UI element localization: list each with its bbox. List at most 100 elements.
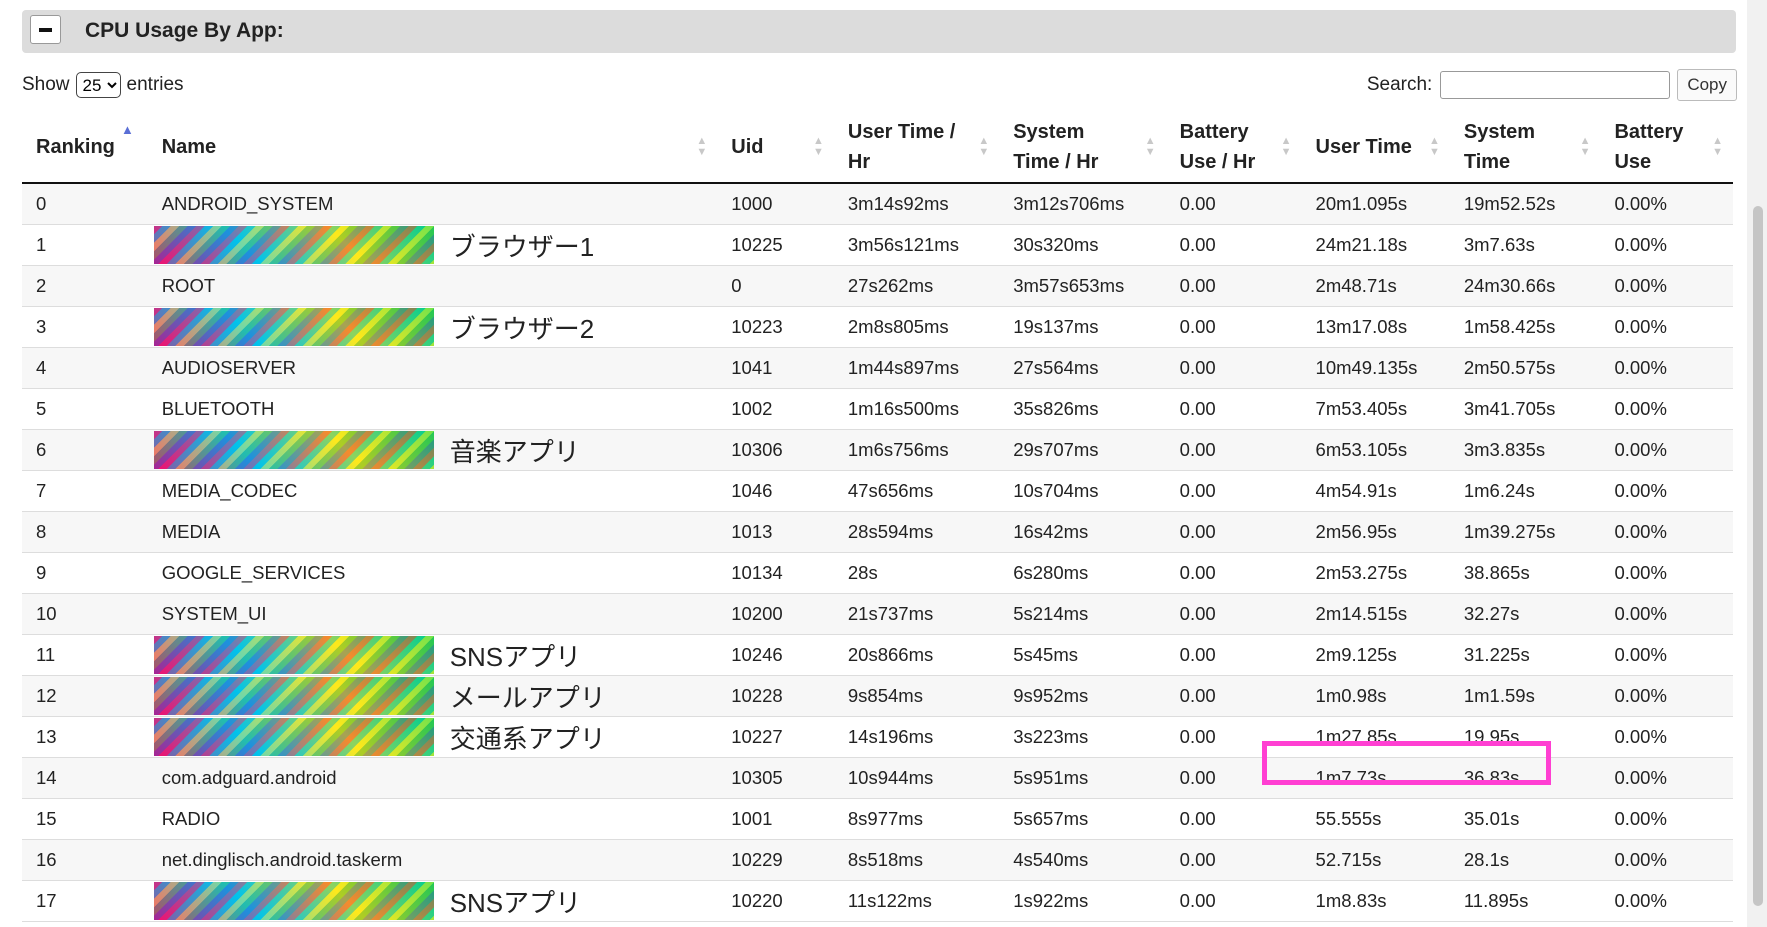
sort-icon: ▲ ▼	[1428, 135, 1440, 158]
user-time-hr-cell: 3m14s92ms	[833, 183, 1000, 225]
battery-use-cell: 0.00%	[1600, 552, 1733, 594]
system-time-hr-cell: 10s704ms	[999, 470, 1166, 512]
uid-cell: 10220	[717, 880, 834, 922]
table-row: 2 ROOT 0 27s262ms 3m57s653ms 0.00 2m48.71s 24m3…	[22, 265, 1733, 307]
battery-use-cell: 0.00%	[1600, 798, 1733, 840]
table-row: 6 音楽アプリ 10306 1m6s756ms 29s707ms 0.00 6m53.105…	[22, 429, 1733, 471]
battery-use-hr-cell: 0.00	[1165, 716, 1302, 758]
page-scrollbar[interactable]	[1747, 0, 1767, 927]
name-cell: RADIO	[147, 798, 718, 840]
rank-cell: 7	[22, 470, 148, 512]
user-time-hr-cell: 20s866ms	[833, 634, 1000, 676]
search-input[interactable]	[1440, 71, 1671, 99]
rank-cell: 11	[22, 634, 148, 676]
user-time-cell: 2m56.95s	[1301, 511, 1450, 553]
battery-use-hr-cell: 0.00	[1165, 839, 1302, 881]
rank-cell: 14	[22, 757, 148, 799]
uid-cell: 0	[717, 265, 834, 307]
column-header[interactable]: System Time / Hr ▲ ▼	[999, 112, 1166, 184]
entries-select[interactable]: 25	[75, 72, 121, 98]
column-header[interactable]: Battery Use ▲ ▼	[1600, 112, 1733, 184]
table-header-row: Ranking ▲ Name ▲ ▼ Uid ▲ ▼ User Time / Hr ▲ ▼ System…	[22, 112, 1733, 184]
column-header-label: Use	[1614, 151, 1652, 173]
user-time-hr-cell: 28s594ms	[833, 511, 1000, 553]
rank-cell: 2	[22, 265, 148, 307]
battery-use-hr-cell: 0.00	[1165, 634, 1302, 676]
rank-cell: 15	[22, 798, 148, 840]
scrollbar-thumb[interactable]	[1753, 206, 1763, 906]
uid-cell: 10306	[717, 429, 834, 471]
column-header[interactable]: Ranking ▲	[22, 112, 148, 184]
user-time-hr-cell: 2m8s805ms	[833, 306, 1000, 348]
battery-use-hr-cell: 0.00	[1165, 675, 1302, 717]
column-header-label: Battery	[1614, 121, 1684, 143]
battery-use-cell: 0.00%	[1600, 634, 1733, 676]
battery-use-hr-cell: 0.00	[1165, 880, 1302, 922]
uid-cell: 10223	[717, 306, 834, 348]
table-row: 10 SYSTEM_UI 10200 21s737ms 5s214ms 0.00 2m14.…	[22, 593, 1733, 635]
column-header-label: Battery	[1179, 121, 1249, 143]
column-header-label: Ranking	[36, 136, 115, 158]
user-time-cell: 6m53.105s	[1301, 429, 1450, 471]
uid-cell: 10305	[717, 757, 834, 799]
user-time-hr-cell: 1m16s500ms	[833, 388, 1000, 430]
uid-cell: 10134	[717, 552, 834, 594]
system-time-hr-cell: 5s951ms	[999, 757, 1166, 799]
table-row: 3 ブラウザー2 10223 2m8s805ms 19s137ms 0.00 13m17.0…	[22, 306, 1733, 348]
uid-cell: 10246	[717, 634, 834, 676]
column-header[interactable]: Name ▲ ▼	[147, 112, 718, 184]
system-time-hr-cell: 30s320ms	[999, 224, 1166, 266]
battery-use-cell: 0.00%	[1600, 306, 1733, 348]
user-time-hr-cell: 1m44s897ms	[833, 347, 1000, 389]
user-time-hr-cell: 14s196ms	[833, 716, 1000, 758]
column-header[interactable]: User Time ▲ ▼	[1301, 112, 1450, 184]
column-header[interactable]: Battery Use / Hr ▲ ▼	[1165, 112, 1302, 184]
redacted-app-icon	[153, 308, 434, 346]
battery-use-hr-cell: 0.00	[1165, 552, 1302, 594]
table-row: 13 交通系アプリ 10227 14s196ms 3s223ms 0.00 1m27.85s…	[22, 716, 1733, 758]
table-row: 1 ブラウザー1 10225 3m56s121ms 30s320ms 0.00 24m21.…	[22, 224, 1733, 266]
user-time-hr-cell: 9s854ms	[833, 675, 1000, 717]
system-time-cell: 19m52.52s	[1449, 183, 1601, 225]
system-time-hr-cell: 5s45ms	[999, 634, 1166, 676]
app-label: 交通系アプリ	[449, 723, 606, 754]
table-row: 16 net.dinglisch.android.taskerm 10229 8s51…	[22, 839, 1733, 881]
battery-use-hr-cell: 0.00	[1165, 511, 1302, 553]
system-time-cell: 1m58.425s	[1449, 306, 1601, 348]
column-header[interactable]: User Time / Hr ▲ ▼	[833, 112, 1000, 184]
system-time-hr-cell: 5s214ms	[999, 593, 1166, 635]
column-header[interactable]: System Time ▲ ▼	[1449, 112, 1601, 184]
system-time-hr-cell: 19s137ms	[999, 306, 1166, 348]
system-time-cell: 2m50.575s	[1449, 347, 1601, 389]
battery-use-hr-cell: 0.00	[1165, 347, 1302, 389]
user-time-hr-cell: 3m56s121ms	[833, 224, 1000, 266]
column-header[interactable]: Uid ▲ ▼	[717, 112, 834, 184]
user-time-cell: 2m48.71s	[1301, 265, 1450, 307]
name-cell: SNSアプリ	[147, 634, 718, 676]
rank-cell: 16	[22, 839, 148, 881]
system-time-cell: 1m39.275s	[1449, 511, 1601, 553]
rank-cell: 13	[22, 716, 148, 758]
app-label: SNSアプリ	[449, 641, 582, 672]
name-cell: 交通系アプリ	[147, 716, 718, 758]
redacted-app-icon	[153, 226, 434, 264]
redacted-app-icon	[153, 677, 434, 715]
uid-cell: 10229	[717, 839, 834, 881]
user-time-cell: 2m14.515s	[1301, 593, 1450, 635]
user-time-cell: 52.715s	[1301, 839, 1450, 881]
show-entries-control: Show 25 entries	[22, 72, 184, 98]
user-time-cell: 20m1.095s	[1301, 183, 1450, 225]
battery-use-hr-cell: 0.00	[1165, 183, 1302, 225]
system-time-cell: 36.83s	[1449, 757, 1601, 799]
system-time-hr-cell: 3m12s706ms	[999, 183, 1166, 225]
user-time-cell: 4m54.91s	[1301, 470, 1450, 512]
app-label: ブラウザー2	[449, 313, 595, 344]
system-time-hr-cell: 9s952ms	[999, 675, 1166, 717]
collapse-button[interactable]	[30, 15, 61, 44]
entries-label: entries	[126, 74, 184, 95]
search-control: Search: Copy	[1367, 69, 1737, 101]
sort-icon: ▲ ▼	[696, 135, 708, 158]
table-body: 0 ANDROID_SYSTEM 1000 3m14s92ms 3m12s706ms 0.…	[22, 183, 1733, 922]
copy-button[interactable]: Copy	[1677, 69, 1737, 101]
rank-cell: 12	[22, 675, 148, 717]
